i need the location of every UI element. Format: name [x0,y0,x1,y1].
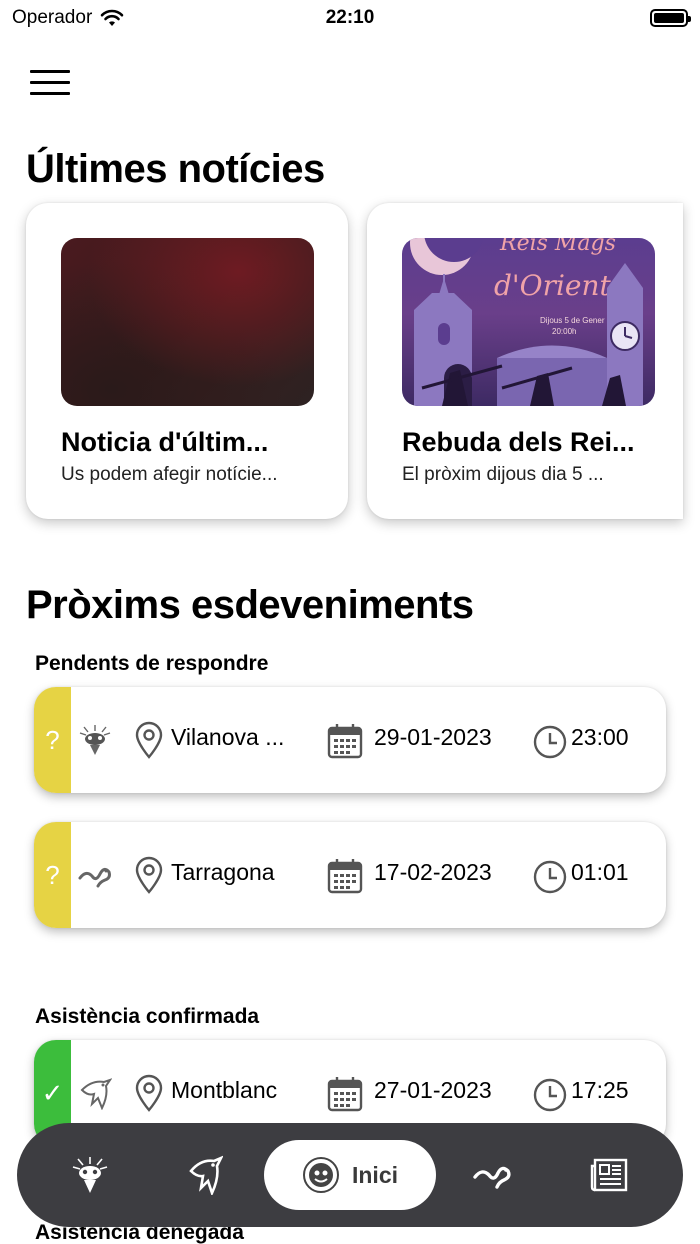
tab-sun-figure[interactable] [60,1145,120,1205]
location-pin-icon [135,1074,163,1112]
battery-icon [650,9,691,27]
news-title: Noticia d'últim... [61,427,269,457]
poster-time-line: 20:00h [552,327,576,336]
news-card[interactable]: Reis Mags d'Orient Dijous 5 de Gener 20:… [367,203,683,519]
location-pin-icon [135,856,163,894]
status-bar: Operador 22:10 [0,0,700,36]
poster-date-line: Dijous 5 de Gener [540,316,605,325]
event-place: Vilanova ... [171,724,285,750]
event-card-pending[interactable]: ? Vilanova ... 29-01-2023 23:00 [34,687,666,793]
poster-heading-2: d'Orient [494,269,612,302]
news-image [61,238,314,406]
news-image: Reis Mags d'Orient Dijous 5 de Gener 20:… [402,238,655,406]
status-time: 22:10 [325,7,375,28]
event-date: 29-01-2023 [374,724,492,750]
sun-figure-icon [72,1157,108,1193]
event-time: 17:25 [571,1077,629,1103]
sun-figure-icon [79,725,111,755]
home-emblem-icon [302,1157,339,1193]
event-date: 17-02-2023 [374,859,492,885]
location-pin-icon [135,721,163,759]
clock-icon [533,860,567,894]
pending-status-icon: ? [34,687,71,793]
calendar-icon [327,1077,363,1112]
event-place: Montblanc [171,1077,278,1103]
event-card-pending[interactable]: ? Tarragona 17-02-2023 01:01 [34,822,666,928]
tab-bar: Inici [17,1123,683,1227]
menu-button[interactable] [30,70,70,98]
tab-serpent[interactable] [463,1145,523,1205]
pending-section-title: Pendents de respondre [35,652,269,675]
event-time: 23:00 [571,724,629,750]
events-section-title: Pròxims esdeveniments [26,583,474,627]
eagle-icon [189,1155,223,1195]
tab-home[interactable]: Inici [264,1140,436,1210]
poster-heading-1: Reis Mags [499,238,616,256]
news-title: Rebuda dels Rei... [402,427,635,457]
serpent-icon [78,867,111,888]
news-card[interactable]: Noticia d'últim... Us podem afegir notíc… [26,203,348,519]
newspaper-icon [590,1158,628,1192]
calendar-icon [327,859,363,894]
tab-news[interactable] [579,1145,639,1205]
event-place: Tarragona [171,859,275,885]
pending-status-icon: ? [34,822,71,928]
confirmed-section-title: Asistència confirmada [35,1005,260,1028]
news-excerpt: El pròxim dijous dia 5 ... [402,464,604,485]
serpent-icon [473,1166,511,1189]
event-date: 27-01-2023 [374,1077,492,1103]
clock-icon [533,725,567,759]
calendar-icon [327,724,363,759]
eagle-icon [80,1078,112,1110]
event-time: 01:01 [571,859,629,885]
tab-home-label: Inici [351,1161,398,1188]
news-section-title: Últimes notícies [26,147,325,191]
tab-eagle[interactable] [175,1145,235,1205]
news-excerpt: Us podem afegir notície... [61,464,278,485]
poster-illustration: Reis Mags d'Orient Dijous 5 de Gener 20:… [410,238,643,406]
clock-icon [533,1078,567,1112]
